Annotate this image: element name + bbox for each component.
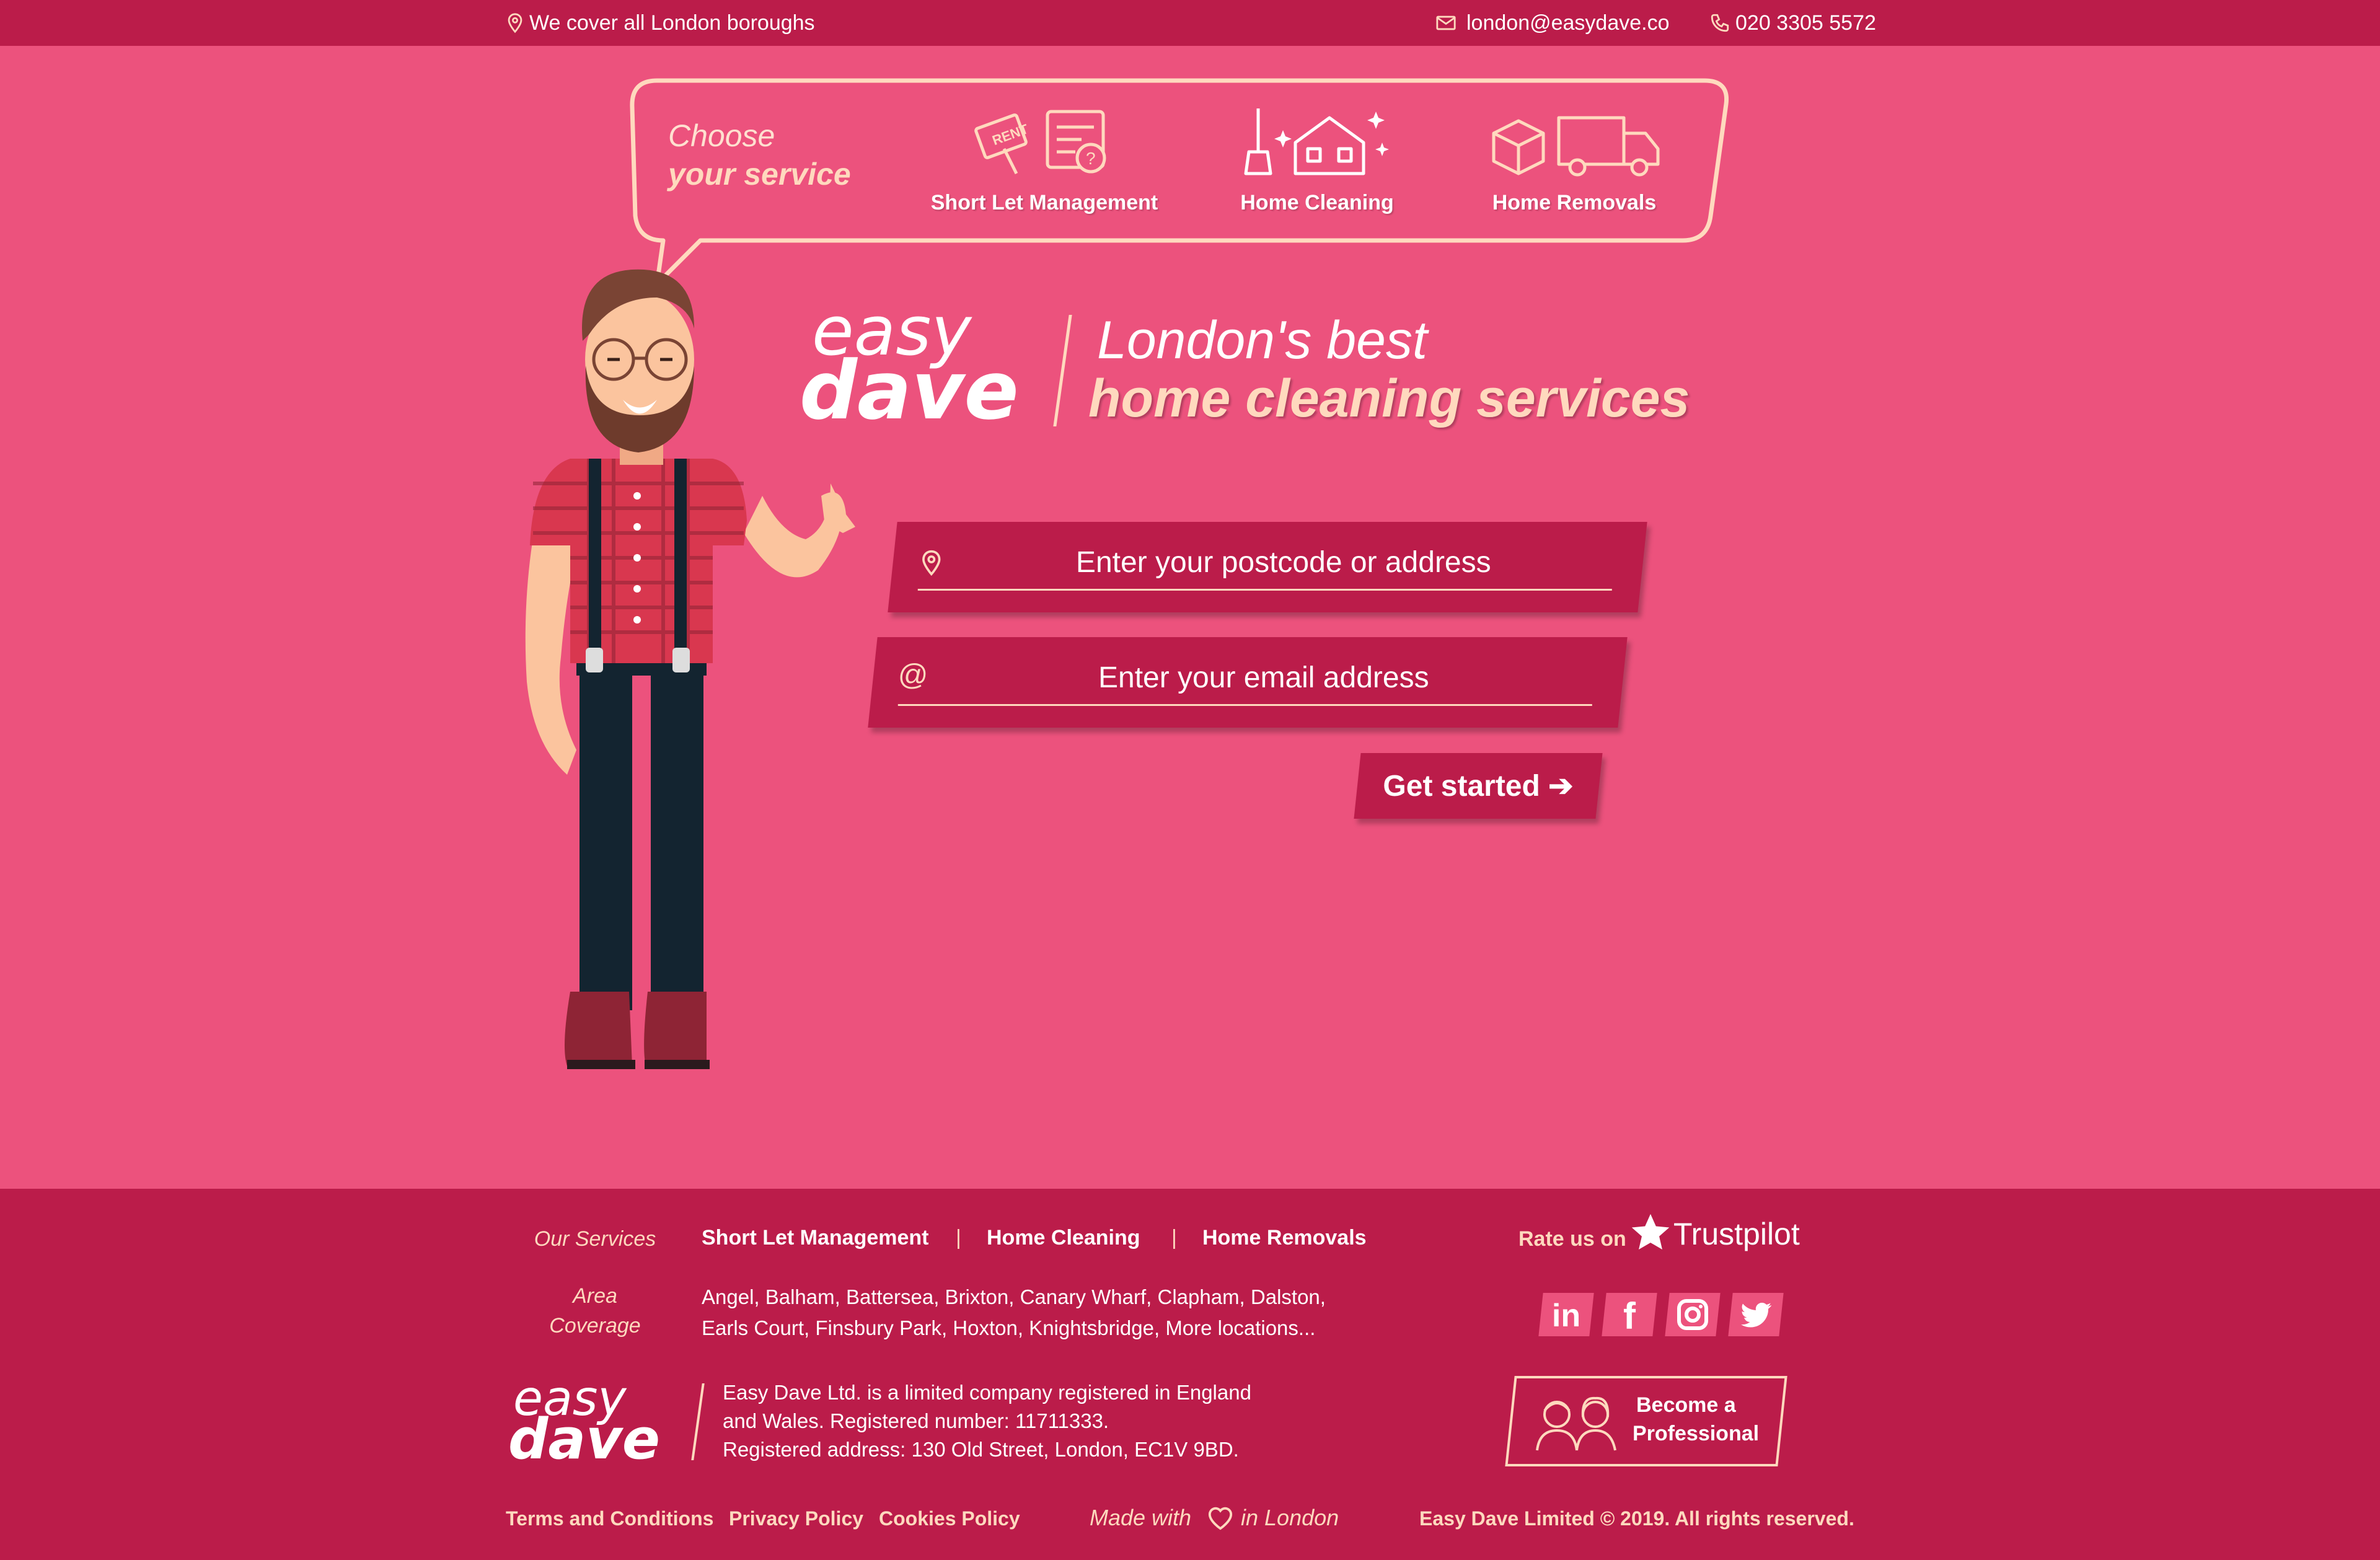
rent-sign-icon: RENT ? [974,110,1106,175]
svg-text:in: in [1552,1298,1580,1334]
postcode-field[interactable] [888,522,1647,612]
rate-us-text: Rate us on [1518,1227,1626,1251]
phone-link[interactable]: 020 3305 5572 [1735,0,1876,46]
sparkling-house-icon [1244,108,1389,175]
footer-link-home-removals[interactable]: Home Removals [1202,1226,1367,1250]
your-service-text: your service [668,157,851,192]
area-list-line2: Earls Court, Finsbury Park, Hoxton, Knig… [702,1316,1316,1339]
footer-link-short-let[interactable]: Short Let Management [702,1226,928,1250]
choose-text: Choose [668,118,775,153]
service-label: Home Cleaning [1240,191,1394,214]
tagline-line2: home cleaning services [1088,369,1690,428]
star-icon [1631,1214,1670,1249]
in-london-text: in London [1241,1505,1339,1530]
map-pin-icon [922,550,941,576]
svg-text:?: ? [1086,149,1096,168]
service-home-removals[interactable]: Home Removals [1481,105,1667,223]
phone-icon [1711,14,1729,32]
services-heading: Our Services [534,1227,656,1251]
service-label: Short Let Management [930,191,1158,214]
coverage-text: We cover all London boroughs [529,11,815,35]
linkedin-icon: in [1552,1298,1580,1334]
company-line2: and Wales. Registered number: 11711333. [723,1409,1109,1432]
email-link[interactable]: london@easydave.co [1466,0,1670,46]
footer-link-home-cleaning[interactable]: Home Cleaning [987,1226,1140,1250]
easy-dave-logo[interactable]: easy dave [800,291,1060,438]
trustpilot-wordmark: Trustpilot [1673,1217,1800,1251]
company-line3: Registered address: 130 Old Street, Lond… [723,1438,1239,1461]
envelope-icon [1436,15,1456,30]
tagline-line1: London's best [1097,311,1427,370]
separator: | [1171,1226,1177,1249]
map-pin-icon [508,13,522,33]
twitter-button[interactable] [1728,1293,1784,1336]
company-line1: Easy Dave Ltd. is a limited company regi… [723,1381,1251,1404]
area-heading: Area [573,1284,617,1308]
professionals-icon [1536,1396,1616,1451]
terms-link[interactable]: Terms and Conditions [506,1507,713,1530]
linkedin-button[interactable]: in [1538,1293,1594,1336]
top-bar: We cover all London boroughs london@easy… [0,0,2380,46]
postcode-input[interactable] [954,534,1612,590]
made-with-text: Made with [1090,1505,1192,1530]
heart-icon [1208,1507,1233,1530]
svg-text:f: f [1623,1295,1636,1336]
at-sign-icon: @ [897,659,928,692]
get-started-button[interactable]: Get started ➔ [1354,753,1603,819]
footer-logo[interactable]: easy dave [508,1371,694,1472]
email-input[interactable] [935,650,1592,705]
instagram-icon [1677,1299,1708,1330]
email-field[interactable]: @ [868,637,1628,728]
logo-dave-text: dave [800,343,1019,438]
service-short-let[interactable]: RENT ? Short Let Management [923,105,1165,223]
facebook-button[interactable]: f [1602,1293,1657,1337]
cookies-link[interactable]: Cookies Policy [879,1507,1020,1530]
privacy-link[interactable]: Privacy Policy [729,1507,863,1530]
twitter-icon [1741,1302,1771,1328]
pro-line2: Professional [1633,1422,1760,1445]
separator: | [956,1226,961,1249]
service-label: Home Removals [1492,191,1657,214]
area-list-line1: Angel, Balham, Battersea, Brixton, Canar… [702,1285,1326,1308]
logo-dave-text: dave [508,1407,660,1472]
pro-line1: Become a [1636,1393,1736,1417]
moving-truck-icon [1492,116,1660,177]
coverage-heading: Coverage [549,1314,641,1337]
instagram-button[interactable] [1665,1293,1721,1336]
service-home-cleaning[interactable]: Home Cleaning [1221,105,1413,223]
facebook-icon: f [1623,1295,1636,1337]
copyright-text: Easy Dave Limited © 2019. All rights res… [1419,1507,1854,1530]
